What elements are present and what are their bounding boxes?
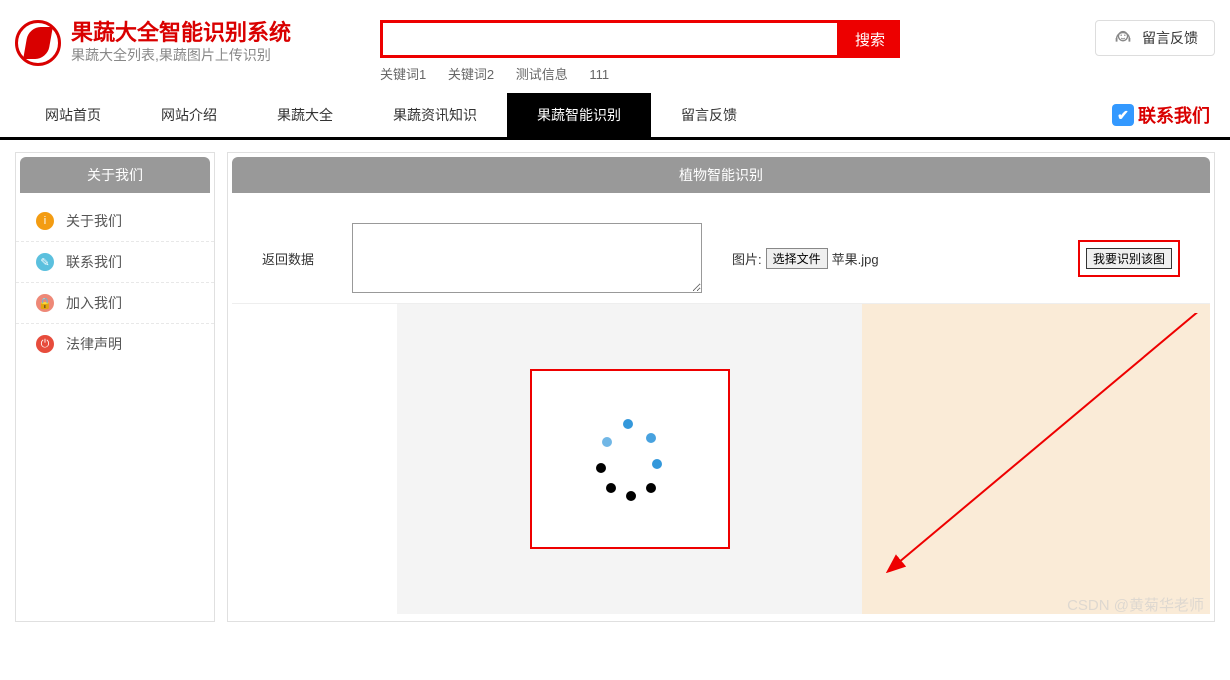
watermark-text: CSDN @黄菊华老师 bbox=[1067, 594, 1204, 615]
loading-spinner-box bbox=[530, 369, 730, 549]
nav-all[interactable]: 果蔬大全 bbox=[247, 93, 363, 137]
header: 果蔬大全智能识别系统 果蔬大全列表,果蔬图片上传识别 搜索 关键词1 关键词2 … bbox=[0, 0, 1230, 93]
site-title: 果蔬大全智能识别系统 bbox=[71, 20, 291, 46]
sidebar: 关于我们 i 关于我们 ✎ 联系我们 🔒 加入我们 ⏻ 法律声明 bbox=[15, 152, 215, 622]
recognize-button[interactable]: 我要识别该图 bbox=[1086, 248, 1172, 269]
search-block: 搜索 关键词1 关键词2 测试信息 111 bbox=[380, 20, 900, 83]
info-icon: i bbox=[36, 212, 54, 230]
sidebar-item-label: 加入我们 bbox=[66, 293, 122, 313]
sidebar-item-label: 联系我们 bbox=[66, 252, 122, 272]
contact-icon: ✎ bbox=[36, 253, 54, 271]
return-data-textarea[interactable] bbox=[352, 223, 702, 293]
search-button[interactable]: 搜索 bbox=[840, 20, 900, 58]
keyword-link[interactable]: 111 bbox=[589, 67, 609, 82]
keyword-link[interactable]: 测试信息 bbox=[516, 67, 568, 82]
content-header: 植物智能识别 bbox=[232, 157, 1210, 193]
nav-home[interactable]: 网站首页 bbox=[15, 93, 131, 137]
site-subtitle: 果蔬大全列表,果蔬图片上传识别 bbox=[71, 46, 291, 66]
file-block: 图片: 选择文件 苹果.jpg bbox=[732, 248, 879, 269]
contact-label: 联系我们 bbox=[1138, 102, 1210, 128]
nav-news[interactable]: 果蔬资讯知识 bbox=[363, 93, 507, 137]
keyword-link[interactable]: 关键词1 bbox=[380, 67, 426, 82]
contact-icon: ✔ bbox=[1112, 104, 1134, 126]
sidebar-item-join[interactable]: 🔒 加入我们 bbox=[16, 283, 214, 324]
feedback-block: 留言反馈 bbox=[1095, 20, 1215, 56]
return-data-label: 返回数据 bbox=[262, 249, 352, 268]
sidebar-item-label: 关于我们 bbox=[66, 211, 122, 231]
power-icon: ⏻ bbox=[36, 335, 54, 353]
sidebar-item-label: 法律声明 bbox=[66, 334, 122, 354]
headset-icon bbox=[1112, 27, 1134, 49]
feedback-label: 留言反馈 bbox=[1142, 28, 1198, 48]
preview-area bbox=[232, 304, 1210, 614]
nav-recognize[interactable]: 果蔬智能识别 bbox=[507, 93, 651, 137]
loading-spinner-icon bbox=[590, 419, 670, 499]
feedback-button[interactable]: 留言反馈 bbox=[1095, 20, 1215, 56]
nav-about[interactable]: 网站介绍 bbox=[131, 93, 247, 137]
form-row: 返回数据 图片: 选择文件 苹果.jpg 我要识别该图 bbox=[232, 213, 1210, 304]
sidebar-item-about[interactable]: i 关于我们 bbox=[16, 201, 214, 242]
choose-file-button[interactable]: 选择文件 bbox=[766, 248, 828, 269]
preview-right-panel bbox=[862, 304, 1210, 614]
preview-left-panel bbox=[397, 304, 862, 614]
recognize-highlight: 我要识别该图 bbox=[1078, 240, 1180, 277]
keyword-row: 关键词1 关键词2 测试信息 111 bbox=[380, 64, 900, 83]
search-input[interactable] bbox=[380, 20, 840, 58]
logo-icon bbox=[15, 20, 61, 66]
lock-icon: 🔒 bbox=[36, 294, 54, 312]
keyword-link[interactable]: 关键词2 bbox=[448, 67, 494, 82]
main-nav: 网站首页 网站介绍 果蔬大全 果蔬资讯知识 果蔬智能识别 留言反馈 ✔ 联系我们 bbox=[0, 93, 1230, 140]
image-label: 图片: bbox=[732, 249, 762, 268]
sidebar-header: 关于我们 bbox=[20, 157, 210, 193]
file-name-text: 苹果.jpg bbox=[832, 249, 879, 268]
logo-block: 果蔬大全智能识别系统 果蔬大全列表,果蔬图片上传识别 bbox=[15, 20, 380, 66]
sidebar-item-legal[interactable]: ⏻ 法律声明 bbox=[16, 324, 214, 364]
content-panel: 植物智能识别 返回数据 图片: 选择文件 苹果.jpg 我要识别该图 bbox=[227, 152, 1215, 622]
nav-feedback[interactable]: 留言反馈 bbox=[651, 93, 767, 137]
sidebar-item-contact[interactable]: ✎ 联系我们 bbox=[16, 242, 214, 283]
contact-us-link[interactable]: ✔ 联系我们 bbox=[1112, 93, 1215, 137]
main-area: 关于我们 i 关于我们 ✎ 联系我们 🔒 加入我们 ⏻ 法律声明 植物智能识别 bbox=[0, 140, 1230, 634]
